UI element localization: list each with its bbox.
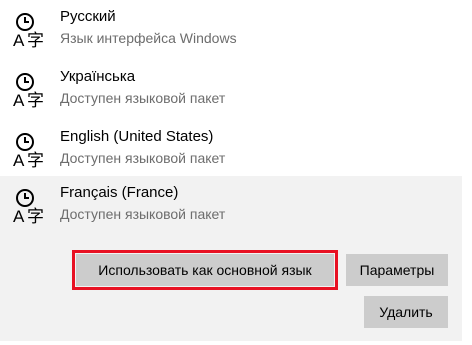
set-default-language-button[interactable]: Использовать как основной язык <box>72 250 338 290</box>
language-icon: A 字 <box>12 70 52 110</box>
svg-text:A: A <box>13 91 25 110</box>
language-item-russian[interactable]: A 字 Русский Язык интерфейса Windows <box>0 0 462 60</box>
language-status: Язык интерфейса Windows <box>60 30 237 46</box>
svg-text:字: 字 <box>27 91 44 110</box>
svg-text:字: 字 <box>27 31 44 50</box>
language-status: Доступен языковой пакет <box>60 206 226 222</box>
language-status: Доступен языковой пакет <box>60 90 226 106</box>
svg-text:字: 字 <box>27 207 44 226</box>
svg-text:A: A <box>13 207 25 226</box>
language-icon: A 字 <box>12 10 52 50</box>
language-item-english[interactable]: A 字 English (United States) Доступен язы… <box>0 120 462 180</box>
language-name: Українська <box>60 68 136 85</box>
language-icon: A 字 <box>12 130 52 170</box>
language-list: A 字 Русский Язык интерфейса Windows A 字 … <box>0 0 472 345</box>
svg-text:A: A <box>13 151 25 170</box>
language-item-ukrainian[interactable]: A 字 Українська Доступен языковой пакет <box>0 60 462 120</box>
svg-text:字: 字 <box>27 151 44 170</box>
options-button[interactable]: Параметры <box>346 254 448 286</box>
language-name: Français (France) <box>60 184 179 201</box>
language-name: English (United States) <box>60 128 214 145</box>
remove-button[interactable]: Удалить <box>364 296 448 328</box>
language-item-french[interactable]: A 字 Français (France) Доступен языковой … <box>0 176 462 341</box>
language-icon: A 字 <box>12 186 52 226</box>
language-status: Доступен языковой пакет <box>60 150 226 166</box>
language-name: Русский <box>60 8 116 25</box>
svg-text:A: A <box>13 31 25 50</box>
